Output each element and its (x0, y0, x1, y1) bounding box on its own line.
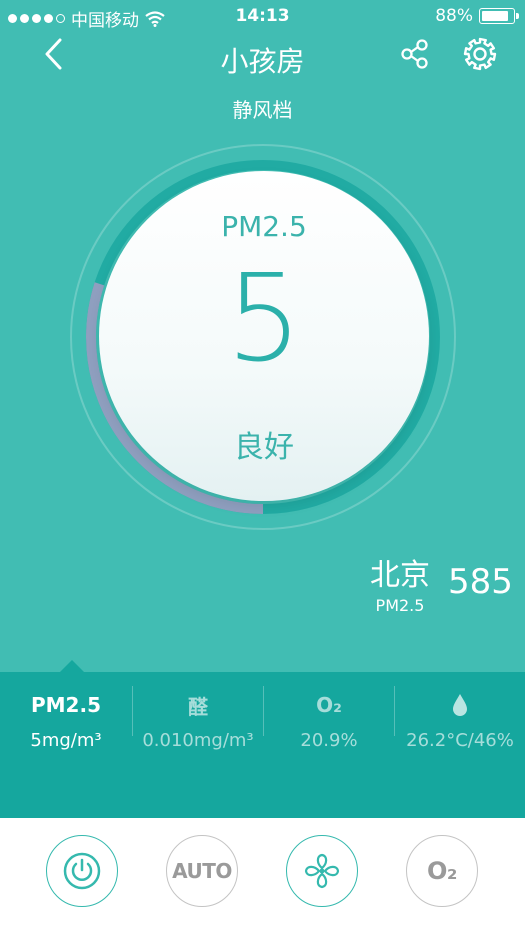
city-metric-label: PM2.5 (375, 596, 425, 615)
metric-pm25[interactable]: PM2.5 5mg/m³ (0, 672, 132, 772)
auto-mode-icon: AUTO (172, 859, 232, 883)
gear-icon[interactable] (462, 36, 498, 72)
air-quality-label: 良好 (234, 430, 294, 465)
humidity-drop-icon (453, 694, 467, 716)
page-title: 小孩房 (220, 45, 305, 78)
auto-mode-button[interactable]: AUTO (166, 835, 238, 907)
power-button[interactable] (46, 835, 118, 907)
metric-formaldehyde-value: 0.010mg/m³ (142, 730, 254, 751)
outdoor-pm25-value: 585 (448, 562, 513, 602)
status-bar: 中国移动 14:13 88% (0, 0, 525, 36)
oxygen-icon: O₂ (316, 693, 342, 717)
oxygen-mode-button[interactable]: O₂ (406, 835, 478, 907)
metric-pm25-value: 5mg/m³ (30, 730, 102, 751)
city-name: 北京 (370, 558, 430, 593)
battery-icon (479, 8, 519, 24)
share-icon[interactable] (400, 38, 430, 70)
nav-bar: 小孩房 (0, 36, 525, 80)
fan-icon (304, 853, 340, 889)
metric-oxygen[interactable]: O₂ 20.9% (264, 672, 394, 772)
metric-temp-humidity[interactable]: 26.2°C/46% (395, 672, 525, 772)
control-bar: AUTO O₂ (0, 818, 525, 930)
status-right: 88% (435, 6, 519, 26)
metric-oxygen-value: 20.9% (300, 730, 358, 751)
metrics-bar: PM2.5 5mg/m³ 醛 0.010mg/m³ O₂ 20.9% 26.2°… (0, 672, 525, 818)
battery-percent: 88% (435, 6, 473, 26)
formaldehyde-icon: 醛 (188, 694, 208, 719)
metric-temp-humidity-value: 26.2°C/46% (406, 730, 514, 751)
fan-mode-label: 静风档 (232, 98, 293, 122)
pm25-icon: PM2.5 (31, 693, 101, 717)
oxygen-mode-icon: O₂ (427, 857, 457, 885)
metric-formaldehyde[interactable]: 醛 0.010mg/m³ (133, 672, 263, 772)
selected-metric-pointer (60, 660, 84, 672)
gauge-metric-label: PM2.5 (221, 210, 307, 243)
gauge-value: 5 (225, 250, 303, 389)
outdoor-city: 北京 PM2.5 (368, 550, 432, 615)
power-icon (63, 852, 101, 890)
fan-button[interactable] (286, 835, 358, 907)
